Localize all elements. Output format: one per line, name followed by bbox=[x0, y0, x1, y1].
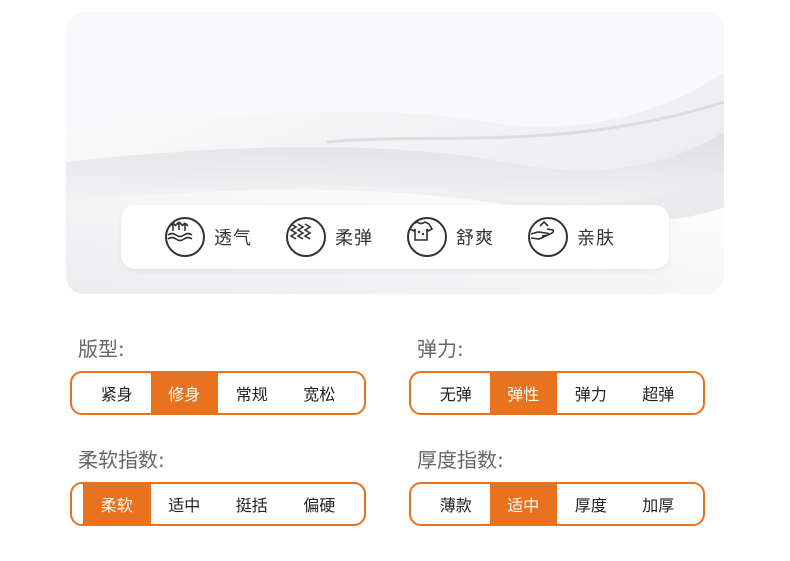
feature-skin: 亲肤 bbox=[528, 217, 615, 257]
softness-option[interactable]: 偏硬 bbox=[286, 484, 354, 524]
elasticity-option[interactable]: 无弹 bbox=[422, 373, 490, 413]
elasticity-selector: 无弹 弹性 弹力 超弹 bbox=[409, 371, 705, 415]
fit-title: 版型: bbox=[78, 337, 125, 361]
thickness-option-selected[interactable]: 适中 bbox=[489, 484, 557, 524]
feature-label: 舒爽 bbox=[456, 228, 494, 249]
fit-option[interactable]: 宽松 bbox=[286, 373, 354, 413]
feature-breathable: 透气 bbox=[165, 217, 252, 257]
elasticity-option-selected[interactable]: 弹性 bbox=[489, 373, 557, 413]
elasticity-title: 弹力: bbox=[417, 337, 464, 361]
thickness-option[interactable]: 加厚 bbox=[625, 484, 693, 524]
hand-icon bbox=[528, 217, 568, 257]
thickness-option[interactable]: 厚度 bbox=[557, 484, 625, 524]
softness-option-selected[interactable]: 柔软 bbox=[83, 484, 151, 524]
feature-label: 柔弹 bbox=[335, 228, 373, 249]
softness-option[interactable]: 适中 bbox=[151, 484, 219, 524]
fit-selector: 紧身 修身 常规 宽松 bbox=[70, 371, 366, 415]
softness-option[interactable]: 挺括 bbox=[218, 484, 286, 524]
feature-label: 亲肤 bbox=[577, 228, 615, 249]
tshirt-icon bbox=[407, 217, 447, 257]
thickness-option[interactable]: 薄款 bbox=[422, 484, 490, 524]
fit-option-selected[interactable]: 修身 bbox=[150, 373, 218, 413]
elasticity-option[interactable]: 弹力 bbox=[557, 373, 625, 413]
softness-selector: 柔软 适中 挺括 偏硬 bbox=[70, 482, 366, 526]
softness-title: 柔软指数: bbox=[78, 448, 165, 472]
fit-option[interactable]: 紧身 bbox=[83, 373, 151, 413]
thickness-selector: 薄款 适中 厚度 加厚 bbox=[409, 482, 705, 526]
feature-elastic: 柔弹 bbox=[286, 217, 373, 257]
breathable-icon bbox=[165, 217, 205, 257]
fabric-image: 透气 柔弹 舒爽 亲肤 bbox=[66, 12, 724, 294]
fit-option[interactable]: 常规 bbox=[218, 373, 286, 413]
waves-icon bbox=[286, 217, 326, 257]
elasticity-option[interactable]: 超弹 bbox=[625, 373, 693, 413]
thickness-title: 厚度指数: bbox=[417, 448, 504, 472]
feature-cool: 舒爽 bbox=[407, 217, 494, 257]
feature-bar: 透气 柔弹 舒爽 亲肤 bbox=[121, 205, 669, 269]
feature-label: 透气 bbox=[214, 228, 252, 249]
